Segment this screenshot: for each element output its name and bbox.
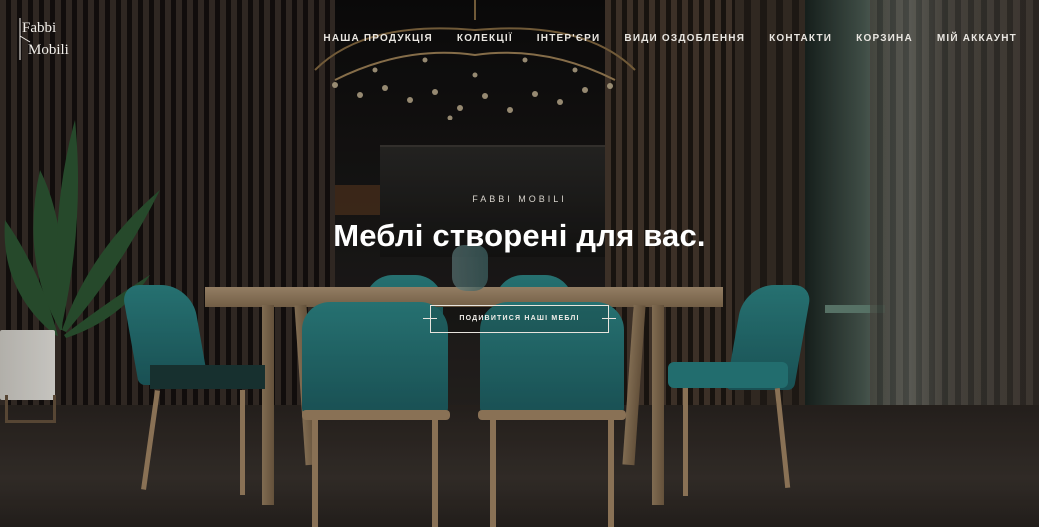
svg-text:Mobili: Mobili [28,42,69,58]
site-logo[interactable]: Fabbi Mobili [16,14,72,62]
hero-eyebrow: FABBI MOBILI [472,194,567,204]
nav-finishes[interactable]: ВИДИ ОЗДОБЛЕННЯ [624,33,745,44]
nav-interiors[interactable]: ІНТЕР'ЄРИ [537,33,601,44]
hero-headline: Меблі створені для вас. [333,218,706,253]
nav-collections[interactable]: КОЛЕКЦІЇ [457,33,513,44]
hero-section: FABBI MOBILI Меблі створені для вас. [0,194,1039,254]
hero-cta-wrapper: ПОДИВИТИСЯ НАШІ МЕБЛІ [0,305,1039,333]
view-furniture-button[interactable]: ПОДИВИТИСЯ НАШІ МЕБЛІ [423,305,616,333]
svg-text:Fabbi: Fabbi [22,20,56,36]
nav-my-account[interactable]: МІЙ АККАУНТ [937,33,1017,44]
logo-mark: Fabbi Mobili [19,18,69,60]
nav-our-products[interactable]: НАША ПРОДУКЦІЯ [323,33,433,44]
nav-contacts[interactable]: КОНТАКТИ [769,33,832,44]
main-navigation: НАША ПРОДУКЦІЯ КОЛЕКЦІЇ ІНТЕР'ЄРИ ВИДИ О… [323,33,1017,44]
hero-background-image [0,0,1039,527]
image-overlay [0,0,1039,527]
nav-cart[interactable]: КОРЗИНА [856,33,913,44]
